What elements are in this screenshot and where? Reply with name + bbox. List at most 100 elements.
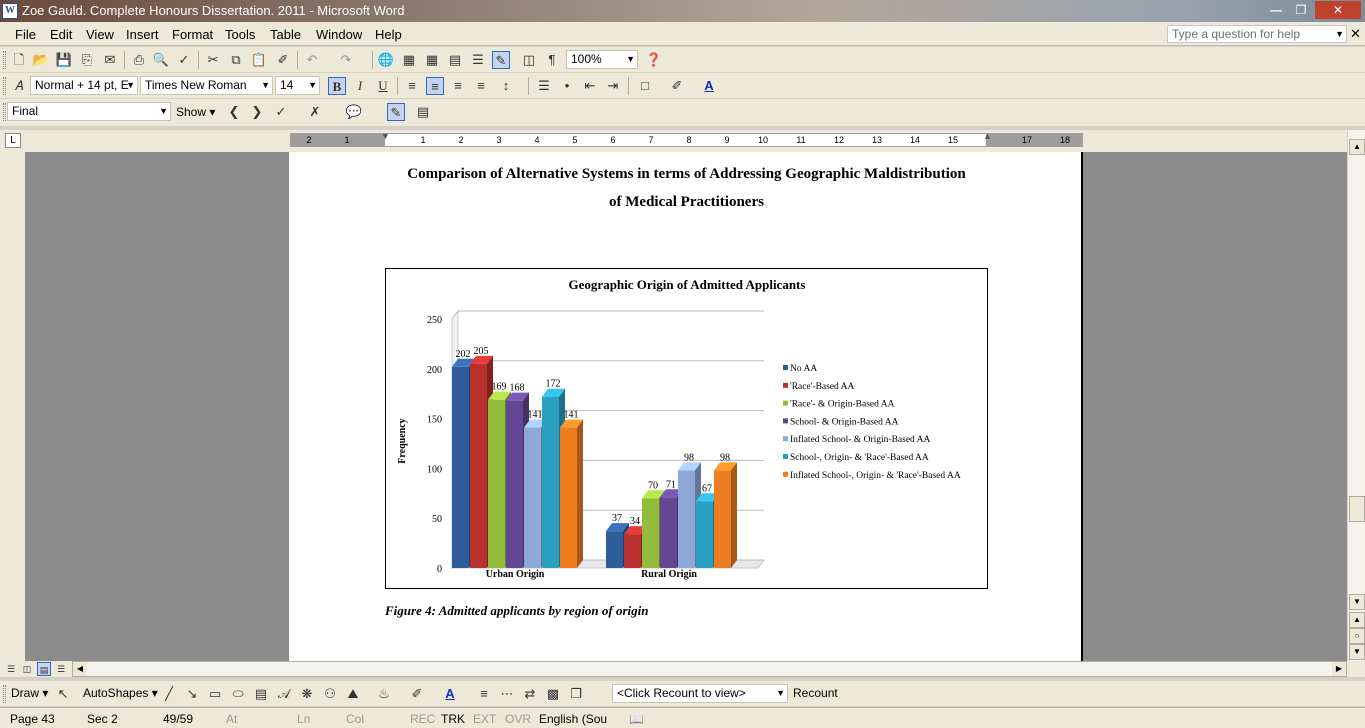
- indent-marker-icon[interactable]: ▼: [381, 131, 390, 141]
- diagram-icon[interactable]: ❋: [298, 685, 316, 703]
- right-indent-marker-icon[interactable]: ▲: [983, 131, 992, 141]
- line-style-icon[interactable]: ≡: [475, 685, 493, 703]
- justify-icon[interactable]: ≡: [472, 77, 490, 95]
- menu-insert[interactable]: Insert: [126, 27, 159, 42]
- vertical-scrollbar[interactable]: ▲ ▼ ▲ ○ ▼: [1347, 130, 1365, 661]
- tables-borders-icon[interactable]: ▦: [400, 51, 418, 69]
- zoom-combo[interactable]: 100% ▼: [566, 50, 638, 69]
- scroll-up-icon[interactable]: ▲: [1349, 139, 1365, 155]
- status-language[interactable]: English (Sou: [539, 712, 607, 726]
- help-icon[interactable]: ❓: [645, 51, 663, 69]
- accept-change-icon[interactable]: ✓: [272, 103, 290, 121]
- chevron-down-icon[interactable]: ▼: [308, 77, 317, 94]
- horizontal-scrollbar[interactable]: ◀ ▶: [72, 661, 1347, 677]
- menu-file[interactable]: File: [15, 27, 36, 42]
- print-preview-icon[interactable]: 🔍: [152, 51, 170, 69]
- close-document-icon[interactable]: ✕: [1350, 26, 1361, 42]
- dash-style-icon[interactable]: ⋯: [498, 685, 516, 703]
- toolbar-grip[interactable]: [3, 685, 6, 703]
- paste-icon[interactable]: 📋: [250, 51, 268, 69]
- print-layout-icon[interactable]: ▤: [37, 662, 51, 676]
- minimize-button[interactable]: —: [1265, 1, 1287, 19]
- format-painter-icon[interactable]: ✐: [274, 51, 292, 69]
- open-folder-icon[interactable]: 📂: [32, 51, 50, 69]
- document-page[interactable]: Comparison of Alternative Systems in ter…: [288, 152, 1083, 661]
- previous-page-icon[interactable]: ▲: [1349, 612, 1365, 628]
- align-right-icon[interactable]: ≡: [449, 77, 467, 95]
- status-ovr[interactable]: OVR: [505, 712, 531, 726]
- new-document-icon[interactable]: 🗋: [10, 51, 28, 69]
- arrow-style-icon[interactable]: ⇄: [521, 685, 539, 703]
- hyperlink-icon[interactable]: 🌐: [377, 51, 395, 69]
- word-count-combo[interactable]: <Click Recount to view> ▼: [612, 684, 788, 703]
- insert-comment-icon[interactable]: 💬: [345, 103, 363, 121]
- reviewing-pane-icon[interactable]: ▤: [414, 103, 432, 121]
- font-combo[interactable]: Times New Roman ▼: [140, 76, 273, 95]
- status-trk[interactable]: TRK: [441, 712, 465, 726]
- line-spacing-icon[interactable]: ↕: [497, 77, 515, 95]
- columns-icon[interactable]: ☰: [469, 51, 487, 69]
- recount-button[interactable]: Recount: [793, 686, 838, 700]
- close-window-button[interactable]: ✕: [1315, 1, 1361, 19]
- insert-excel-icon[interactable]: ▤: [446, 51, 464, 69]
- select-objects-icon[interactable]: ↖: [54, 685, 72, 703]
- undo-icon[interactable]: ↶: [303, 51, 321, 69]
- track-changes-icon[interactable]: ✎: [387, 103, 405, 121]
- spelling-status-icon[interactable]: 📖: [629, 712, 644, 726]
- select-browse-object-icon[interactable]: ○: [1349, 628, 1365, 644]
- web-layout-icon[interactable]: ◫: [20, 662, 34, 676]
- increase-indent-icon[interactable]: ⇥: [604, 77, 622, 95]
- copy-icon[interactable]: ⧉: [227, 51, 245, 69]
- picture-icon[interactable]: ⛰: [344, 685, 362, 703]
- next-page-icon[interactable]: ▼: [1349, 644, 1365, 660]
- autoshapes-button[interactable]: AutoShapes ▾: [83, 686, 158, 700]
- document-map-icon[interactable]: ◫: [520, 51, 538, 69]
- tab-selector[interactable]: L: [5, 133, 21, 148]
- toolbar-grip[interactable]: [3, 51, 6, 69]
- chevron-down-icon[interactable]: ▼: [126, 77, 135, 94]
- menu-help[interactable]: Help: [375, 27, 402, 42]
- normal-view-icon[interactable]: ☰: [4, 662, 18, 676]
- draw-menu-button[interactable]: Draw ▾: [11, 686, 48, 700]
- status-rec[interactable]: REC: [410, 712, 435, 726]
- spelling-icon[interactable]: ✓: [175, 51, 193, 69]
- arrow-icon[interactable]: ↘: [183, 685, 201, 703]
- drawing-icon[interactable]: ✎: [492, 51, 510, 69]
- clip-art-icon[interactable]: ⚇: [321, 685, 339, 703]
- toolbar-grip[interactable]: [3, 103, 6, 121]
- previous-change-icon[interactable]: ❮: [225, 103, 243, 121]
- menu-format[interactable]: Format: [172, 27, 213, 42]
- chevron-down-icon[interactable]: ▼: [626, 51, 635, 68]
- chevron-down-icon[interactable]: ▼: [159, 103, 168, 120]
- menu-edit[interactable]: Edit: [50, 27, 72, 42]
- insert-table-icon[interactable]: ▦: [423, 51, 441, 69]
- document-area[interactable]: Comparison of Alternative Systems in ter…: [0, 152, 1347, 661]
- align-left-icon[interactable]: ≡: [403, 77, 421, 95]
- restore-button[interactable]: ❐: [1290, 1, 1312, 19]
- line-icon[interactable]: ╱: [160, 685, 178, 703]
- underline-button[interactable]: U: [374, 77, 392, 95]
- bullets-icon[interactable]: •: [558, 77, 576, 95]
- align-center-icon[interactable]: ≡: [426, 77, 444, 95]
- help-question-box[interactable]: Type a question for help ▼: [1167, 25, 1347, 43]
- oval-icon[interactable]: ⬭: [229, 685, 247, 703]
- text-box-icon[interactable]: ▤: [252, 685, 270, 703]
- line-color-icon[interactable]: ✐: [408, 685, 426, 703]
- reject-change-icon[interactable]: ✗: [306, 103, 324, 121]
- fill-color-icon[interactable]: ♨: [375, 685, 393, 703]
- print-icon[interactable]: ⎙: [130, 51, 148, 69]
- menu-window[interactable]: Window: [316, 27, 362, 42]
- chevron-down-icon[interactable]: ▼: [261, 77, 270, 94]
- cut-icon[interactable]: ✂: [204, 51, 222, 69]
- scroll-thumb[interactable]: [1349, 496, 1365, 522]
- menu-table[interactable]: Table: [270, 27, 301, 42]
- rectangle-icon[interactable]: ▭: [206, 685, 224, 703]
- scroll-left-icon[interactable]: ◀: [73, 662, 87, 676]
- next-change-icon[interactable]: ❯: [248, 103, 266, 121]
- font-color-icon[interactable]: A: [700, 77, 718, 95]
- highlight-icon[interactable]: ✐: [668, 77, 686, 95]
- redo-icon[interactable]: ↷: [337, 51, 355, 69]
- styles-formatting-icon[interactable]: 𝐴: [10, 77, 28, 95]
- menu-view[interactable]: View: [86, 27, 114, 42]
- border-icon[interactable]: □: [636, 77, 654, 95]
